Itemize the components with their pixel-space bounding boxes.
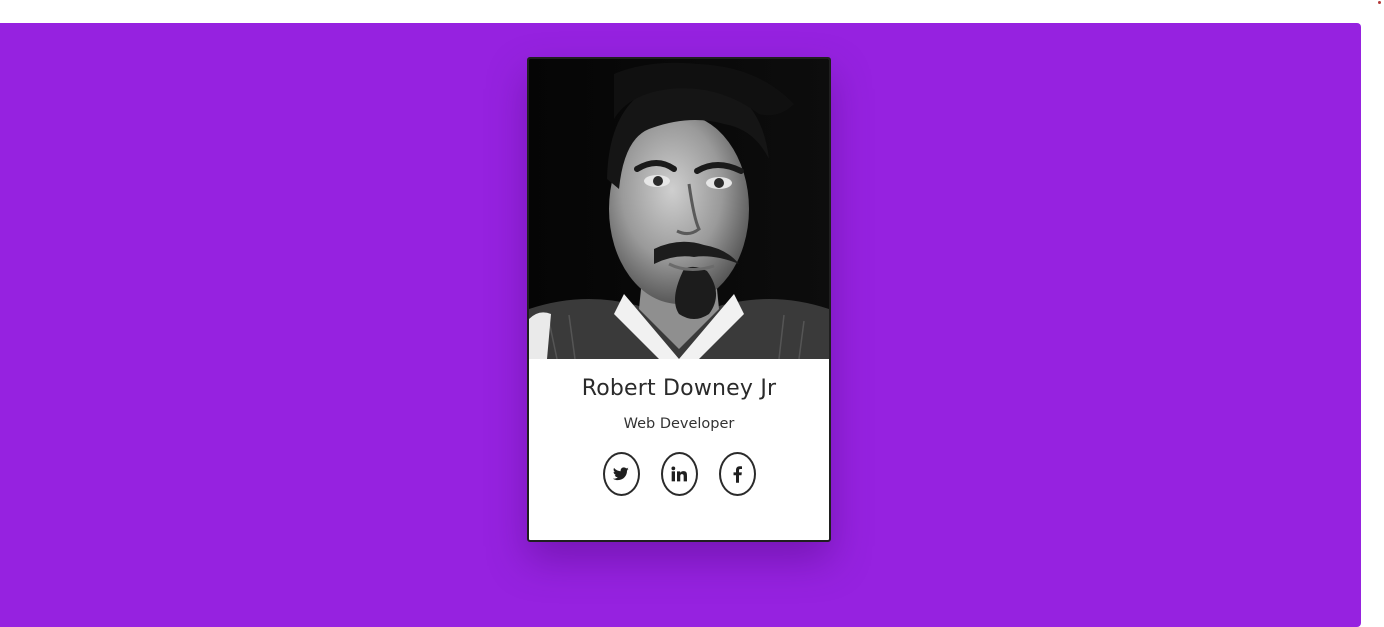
twitter-button[interactable]	[602, 452, 640, 496]
hero-section: Robert Downey Jr Web Developer	[0, 23, 1361, 627]
facebook-button[interactable]	[718, 452, 756, 496]
facebook-icon	[733, 465, 742, 483]
profile-role: Web Developer	[623, 416, 735, 432]
linkedin-icon	[671, 466, 687, 482]
linkedin-button[interactable]	[660, 452, 698, 496]
profile-photo	[529, 59, 829, 359]
corner-dot	[1378, 1, 1381, 4]
twitter-icon	[613, 467, 629, 481]
social-links	[529, 452, 829, 496]
profile-name: Robert Downey Jr	[581, 376, 777, 401]
profile-card: Robert Downey Jr Web Developer	[527, 57, 831, 542]
